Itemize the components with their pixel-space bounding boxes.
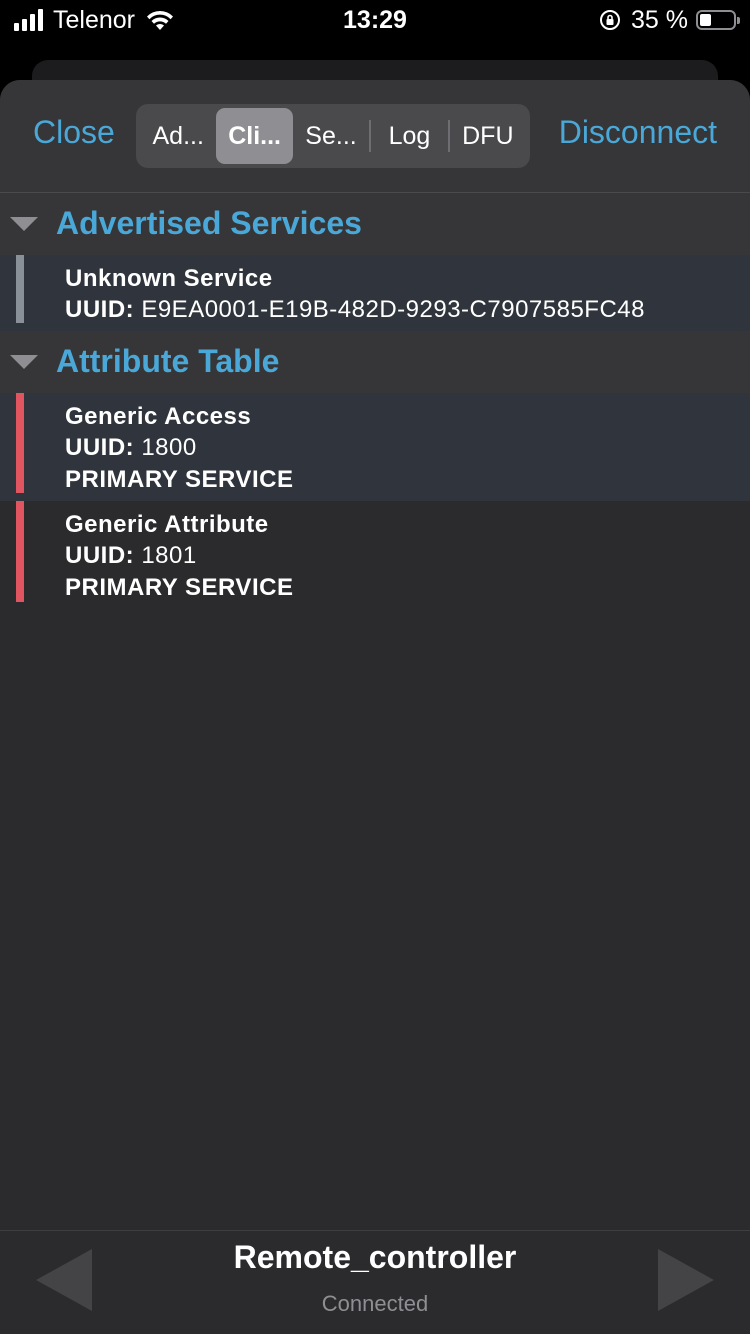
uuid-label: UUID: — [65, 434, 135, 461]
collapse-triangle-icon — [10, 355, 38, 369]
section-header-attribute-table[interactable]: Attribute Table — [0, 331, 750, 393]
service-color-bar — [16, 255, 24, 323]
tab-dfu[interactable]: DFU — [450, 108, 526, 164]
uuid-value: 1801 — [141, 542, 197, 569]
uuid-value: E9EA0001-E19B-482D-9293-C7907585FC48 — [141, 296, 645, 323]
section-title: Advertised Services — [56, 205, 362, 241]
tab-advertisement[interactable]: Ad... — [140, 108, 216, 164]
collapse-triangle-icon — [10, 217, 38, 231]
service-uuid: UUID: E9EA0001-E19B-482D-9293-C7907585FC… — [65, 296, 645, 324]
tab-client[interactable]: Cli... — [216, 108, 293, 164]
section-title: Attribute Table — [56, 343, 280, 379]
tab-server[interactable]: Se... — [293, 108, 369, 164]
device-sheet: Close Ad... Cli... Se... Log DFU Disconn… — [0, 80, 750, 1334]
device-footer: Remote_controller Connected — [0, 1230, 750, 1334]
service-name: Generic Access — [65, 403, 252, 430]
uuid-value: 1800 — [141, 434, 197, 461]
uuid-label: UUID: — [65, 542, 135, 569]
next-device-arrow-icon[interactable] — [658, 1249, 714, 1311]
attribute-service-row[interactable]: Generic Attribute UUID: 1801 PRIMARY SER… — [0, 501, 750, 609]
advertised-service-row[interactable]: Unknown Service UUID: E9EA0001-E19B-482D… — [0, 255, 750, 331]
status-bar: Telenor 13:29 35 % — [0, 0, 750, 40]
service-uuid: UUID: 1800 — [65, 434, 197, 462]
service-color-bar — [16, 393, 24, 493]
status-bar-right: 35 % — [599, 5, 740, 34]
battery-percentage: 35 % — [631, 5, 688, 34]
service-type: PRIMARY SERVICE — [65, 574, 294, 601]
connection-status: Connected — [321, 1291, 429, 1316]
close-button[interactable]: Close — [33, 114, 115, 151]
service-type: PRIMARY SERVICE — [65, 466, 294, 493]
orientation-lock-icon — [600, 10, 621, 30]
battery-level — [700, 14, 711, 26]
service-uuid: UUID: 1801 — [65, 542, 197, 570]
disconnect-button[interactable]: Disconnect — [559, 114, 717, 151]
device-name: Remote_controller — [233, 1239, 517, 1275]
toolbar: Close Ad... Cli... Se... Log DFU Disconn… — [0, 80, 750, 193]
service-name: Unknown Service — [65, 265, 273, 292]
tab-log[interactable]: Log — [371, 108, 447, 164]
service-name: Generic Attribute — [65, 511, 269, 538]
tab-segmented-control: Ad... Cli... Se... Log DFU — [136, 104, 530, 168]
attribute-service-row[interactable]: Generic Access UUID: 1800 PRIMARY SERVIC… — [0, 393, 750, 501]
uuid-label: UUID: — [65, 296, 135, 323]
section-header-advertised-services[interactable]: Advertised Services — [0, 193, 750, 255]
battery-icon — [696, 10, 740, 30]
service-color-bar — [16, 501, 24, 602]
